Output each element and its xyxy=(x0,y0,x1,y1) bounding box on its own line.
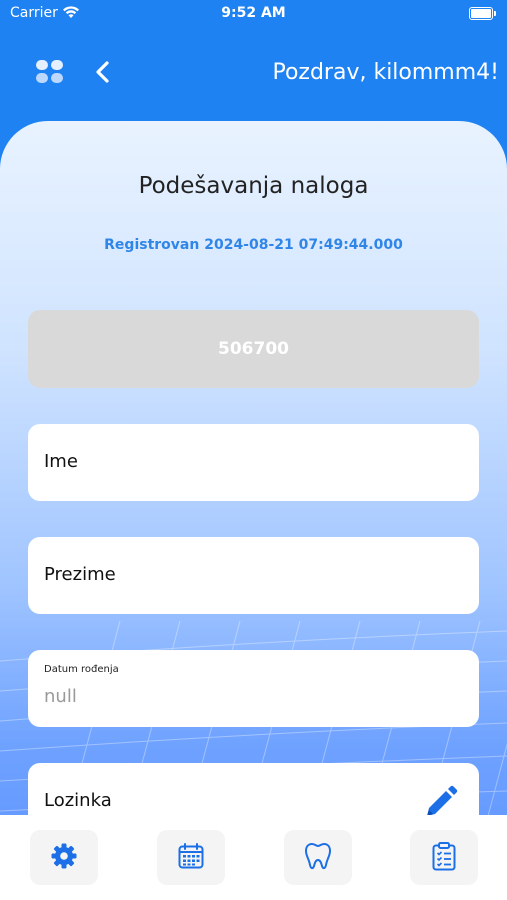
birthdate-field[interactable]: Datum rođenja null xyxy=(28,650,479,727)
bottom-navigation xyxy=(0,815,507,900)
nav-dental-button[interactable] xyxy=(284,830,352,885)
grid-menu-icon[interactable] xyxy=(36,60,64,84)
user-id-box: 506700 xyxy=(28,310,479,388)
chevron-left-icon[interactable] xyxy=(92,60,114,84)
user-id-value: 506700 xyxy=(218,339,289,359)
page-title: Podešavanja naloga xyxy=(138,173,369,199)
birthdate-label: Datum rođenja xyxy=(44,664,119,675)
first-name-label: Ime xyxy=(44,451,78,472)
password-label: Lozinka xyxy=(44,790,112,811)
gear-icon xyxy=(50,842,78,874)
nav-calendar-button[interactable] xyxy=(157,830,225,885)
nav-settings-button[interactable] xyxy=(30,830,98,885)
tooth-icon xyxy=(304,841,332,875)
battery-icon xyxy=(469,7,496,20)
calendar-icon xyxy=(177,842,205,874)
last-name-field[interactable]: Prezime xyxy=(28,537,479,614)
clipboard-checklist-icon xyxy=(431,841,457,875)
greeting-text: Pozdrav, kilommm4! xyxy=(272,60,499,85)
account-settings-card: Podešavanja naloga Registrovan 2024-08-2… xyxy=(0,121,507,900)
first-name-field[interactable]: Ime xyxy=(28,424,479,501)
status-time: 9:52 AM xyxy=(221,5,286,21)
app-header: Pozdrav, kilommm4! xyxy=(0,28,507,118)
last-name-label: Prezime xyxy=(44,564,116,585)
registration-date: Registrovan 2024-08-21 07:49:44.000 xyxy=(104,237,403,253)
status-bar: Carrier 9:52 AM xyxy=(0,0,507,28)
birthdate-value: null xyxy=(44,686,77,707)
nav-records-button[interactable] xyxy=(410,830,478,885)
